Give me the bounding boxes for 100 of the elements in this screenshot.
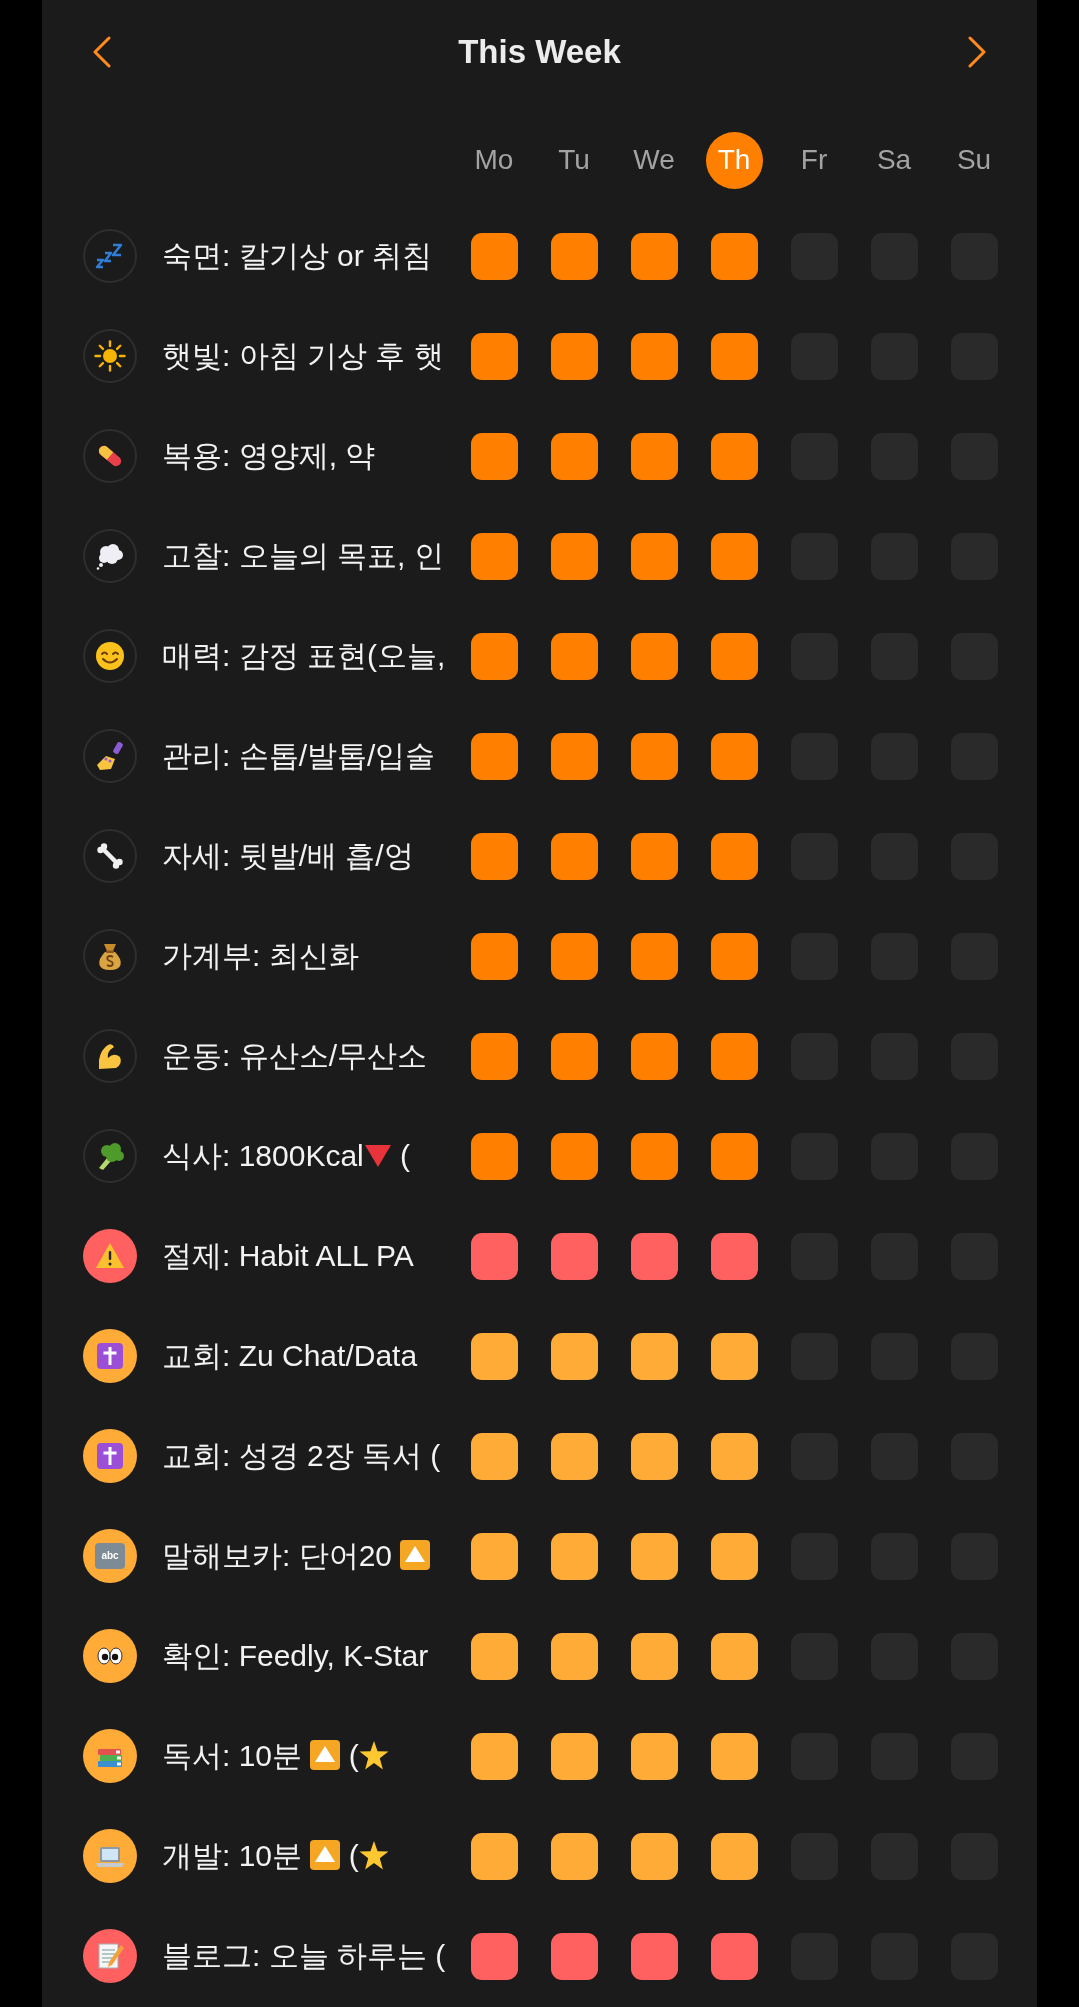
day-check-square[interactable]	[550, 1532, 598, 1580]
day-check-square[interactable]	[630, 1032, 678, 1080]
day-check-square[interactable]	[550, 532, 598, 580]
day-check-square[interactable]	[550, 1132, 598, 1180]
day-check-square[interactable]	[710, 1732, 758, 1780]
day-check-square[interactable]	[630, 332, 678, 380]
day-check-square[interactable]	[630, 432, 678, 480]
day-check-square[interactable]	[550, 832, 598, 880]
day-check-square[interactable]	[470, 1832, 518, 1880]
habit-name[interactable]: 교회: 성경 2장 독서 (	[162, 1437, 441, 1475]
day-check-square[interactable]	[470, 532, 518, 580]
habit-name[interactable]: 자세: 뒷발/배 흡/엉	[162, 837, 414, 875]
day-check-square[interactable]	[630, 1732, 678, 1780]
day-check-square[interactable]	[710, 532, 758, 580]
day-check-square[interactable]	[710, 1132, 758, 1180]
day-check-square[interactable]	[550, 1032, 598, 1080]
day-check-square[interactable]	[470, 832, 518, 880]
habit-name[interactable]: 독서: 10분 (	[162, 1737, 389, 1775]
habit-name[interactable]: 블로그: 오늘 하루는 (	[162, 1937, 446, 1975]
habit-name[interactable]: 운동: 유산소/무산소	[162, 1037, 427, 1075]
day-check-square[interactable]	[470, 1232, 518, 1280]
day-label: Fr	[799, 143, 829, 177]
day-check-square[interactable]	[470, 1132, 518, 1180]
day-check-square[interactable]	[630, 1432, 678, 1480]
day-check-square[interactable]	[550, 1232, 598, 1280]
habit-name[interactable]: 숙면: 칼기상 or 취침	[162, 237, 432, 275]
day-check-square[interactable]	[630, 732, 678, 780]
habit-name[interactable]: 절제: Habit ALL PA	[162, 1237, 414, 1275]
day-check-square[interactable]	[630, 532, 678, 580]
day-check-square[interactable]	[710, 1032, 758, 1080]
star-icon	[358, 1741, 389, 1770]
day-check-square[interactable]	[630, 1532, 678, 1580]
broccoli-icon	[83, 1129, 137, 1183]
day-check-square[interactable]	[710, 732, 758, 780]
next-week-button[interactable]	[968, 35, 986, 69]
day-check-square[interactable]	[630, 632, 678, 680]
previous-week-button[interactable]	[93, 35, 111, 69]
day-check-square[interactable]	[550, 1932, 598, 1980]
day-check-square[interactable]	[710, 632, 758, 680]
day-check-square[interactable]	[550, 932, 598, 980]
day-check-square[interactable]	[710, 832, 758, 880]
habit-name[interactable]: 고찰: 오늘의 목표, 인	[162, 537, 444, 575]
day-check-square[interactable]	[550, 332, 598, 380]
day-check-square[interactable]	[470, 1032, 518, 1080]
habit-name[interactable]: 교회: Zu Chat/Data	[162, 1337, 418, 1375]
day-check-square[interactable]	[470, 1632, 518, 1680]
habit-name[interactable]: 햇빛: 아침 기상 후 햇	[162, 337, 444, 375]
bone-icon	[83, 829, 137, 883]
day-check-square[interactable]	[630, 1232, 678, 1280]
day-check-square[interactable]	[470, 1732, 518, 1780]
day-check-square[interactable]	[630, 1632, 678, 1680]
day-check-square[interactable]	[630, 1332, 678, 1380]
habit-name[interactable]: 개발: 10분 (	[162, 1837, 389, 1875]
sleep-icon	[83, 229, 137, 283]
day-check-square[interactable]	[710, 432, 758, 480]
day-check-square[interactable]	[550, 1432, 598, 1480]
day-check-square[interactable]	[710, 1932, 758, 1980]
day-check-square[interactable]	[470, 232, 518, 280]
day-check-square[interactable]	[710, 1332, 758, 1380]
habit-name[interactable]: 관리: 손톱/발톱/입술	[162, 737, 436, 775]
day-check-square[interactable]	[470, 632, 518, 680]
day-check-square[interactable]	[630, 932, 678, 980]
day-check-square[interactable]	[710, 932, 758, 980]
day-check-square[interactable]	[710, 1532, 758, 1580]
habit-name[interactable]: 말해보카: 단어20	[162, 1537, 431, 1575]
habit-name[interactable]: 복용: 영양제, 약	[162, 437, 376, 475]
day-check-square[interactable]	[710, 1232, 758, 1280]
day-check-square[interactable]	[710, 1432, 758, 1480]
day-check-square[interactable]	[550, 732, 598, 780]
day-check-square[interactable]	[710, 1632, 758, 1680]
day-check-square[interactable]	[550, 1732, 598, 1780]
day-check-square[interactable]	[470, 932, 518, 980]
day-check-square[interactable]	[710, 332, 758, 380]
day-check-square[interactable]	[550, 632, 598, 680]
day-check-square[interactable]	[470, 1932, 518, 1980]
day-check-square[interactable]	[710, 1832, 758, 1880]
habit-name[interactable]: 확인: Feedly, K-Star	[162, 1637, 429, 1675]
day-check-square[interactable]	[630, 1132, 678, 1180]
day-check-square[interactable]	[550, 1832, 598, 1880]
day-check-square[interactable]	[470, 732, 518, 780]
day-check-square[interactable]	[470, 1432, 518, 1480]
day-check-square[interactable]	[630, 1932, 678, 1980]
day-check-square[interactable]	[470, 432, 518, 480]
day-check-square[interactable]	[550, 232, 598, 280]
day-check-square[interactable]	[630, 232, 678, 280]
chevron-left-icon	[93, 36, 111, 68]
day-check-square[interactable]	[550, 432, 598, 480]
day-check-square[interactable]	[630, 832, 678, 880]
week-title: This Week	[458, 32, 621, 73]
day-check-square[interactable]	[630, 1832, 678, 1880]
habit-name[interactable]: 가계부: 최신화	[162, 937, 359, 975]
day-check-square[interactable]	[470, 1532, 518, 1580]
day-check-square[interactable]	[550, 1332, 598, 1380]
chevron-right-icon	[968, 36, 986, 68]
day-check-square[interactable]	[470, 1332, 518, 1380]
day-check-square[interactable]	[470, 332, 518, 380]
habit-name[interactable]: 식사: 1800Kcal (	[162, 1137, 411, 1175]
day-check-square[interactable]	[710, 232, 758, 280]
habit-name[interactable]: 매력: 감정 표현(오늘,	[162, 637, 446, 675]
day-check-square[interactable]	[550, 1632, 598, 1680]
